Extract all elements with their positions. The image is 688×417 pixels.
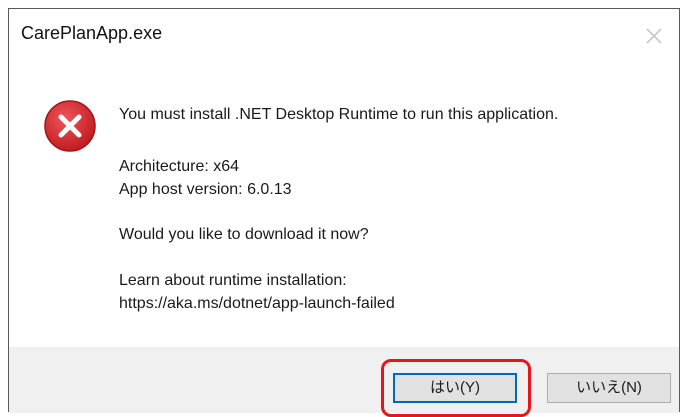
yes-button[interactable]: はい(Y) [393, 373, 517, 403]
dialog-window: CarePlanApp.exe You must install .NET De… [8, 8, 680, 417]
close-button[interactable] [637, 19, 671, 53]
download-question: Would you like to download it now? [119, 226, 369, 243]
no-button[interactable]: いいえ(N) [547, 373, 671, 403]
close-icon [646, 28, 662, 44]
button-bar: はい(Y) いいえ(N) [9, 347, 679, 417]
window-title: CarePlanApp.exe [21, 23, 163, 43]
learn-about-text: Learn about runtime installation: [119, 272, 347, 289]
title-bar: CarePlanApp.exe [9, 9, 679, 65]
error-message: You must install .NET Desktop Runtime to… [119, 106, 559, 123]
app-host-version-text: App host version: 6.0.13 [119, 181, 292, 198]
architecture-text: Architecture: x64 [119, 158, 240, 175]
help-url: https://aka.ms/dotnet/app-launch-failed [119, 295, 395, 312]
error-icon [43, 99, 97, 153]
